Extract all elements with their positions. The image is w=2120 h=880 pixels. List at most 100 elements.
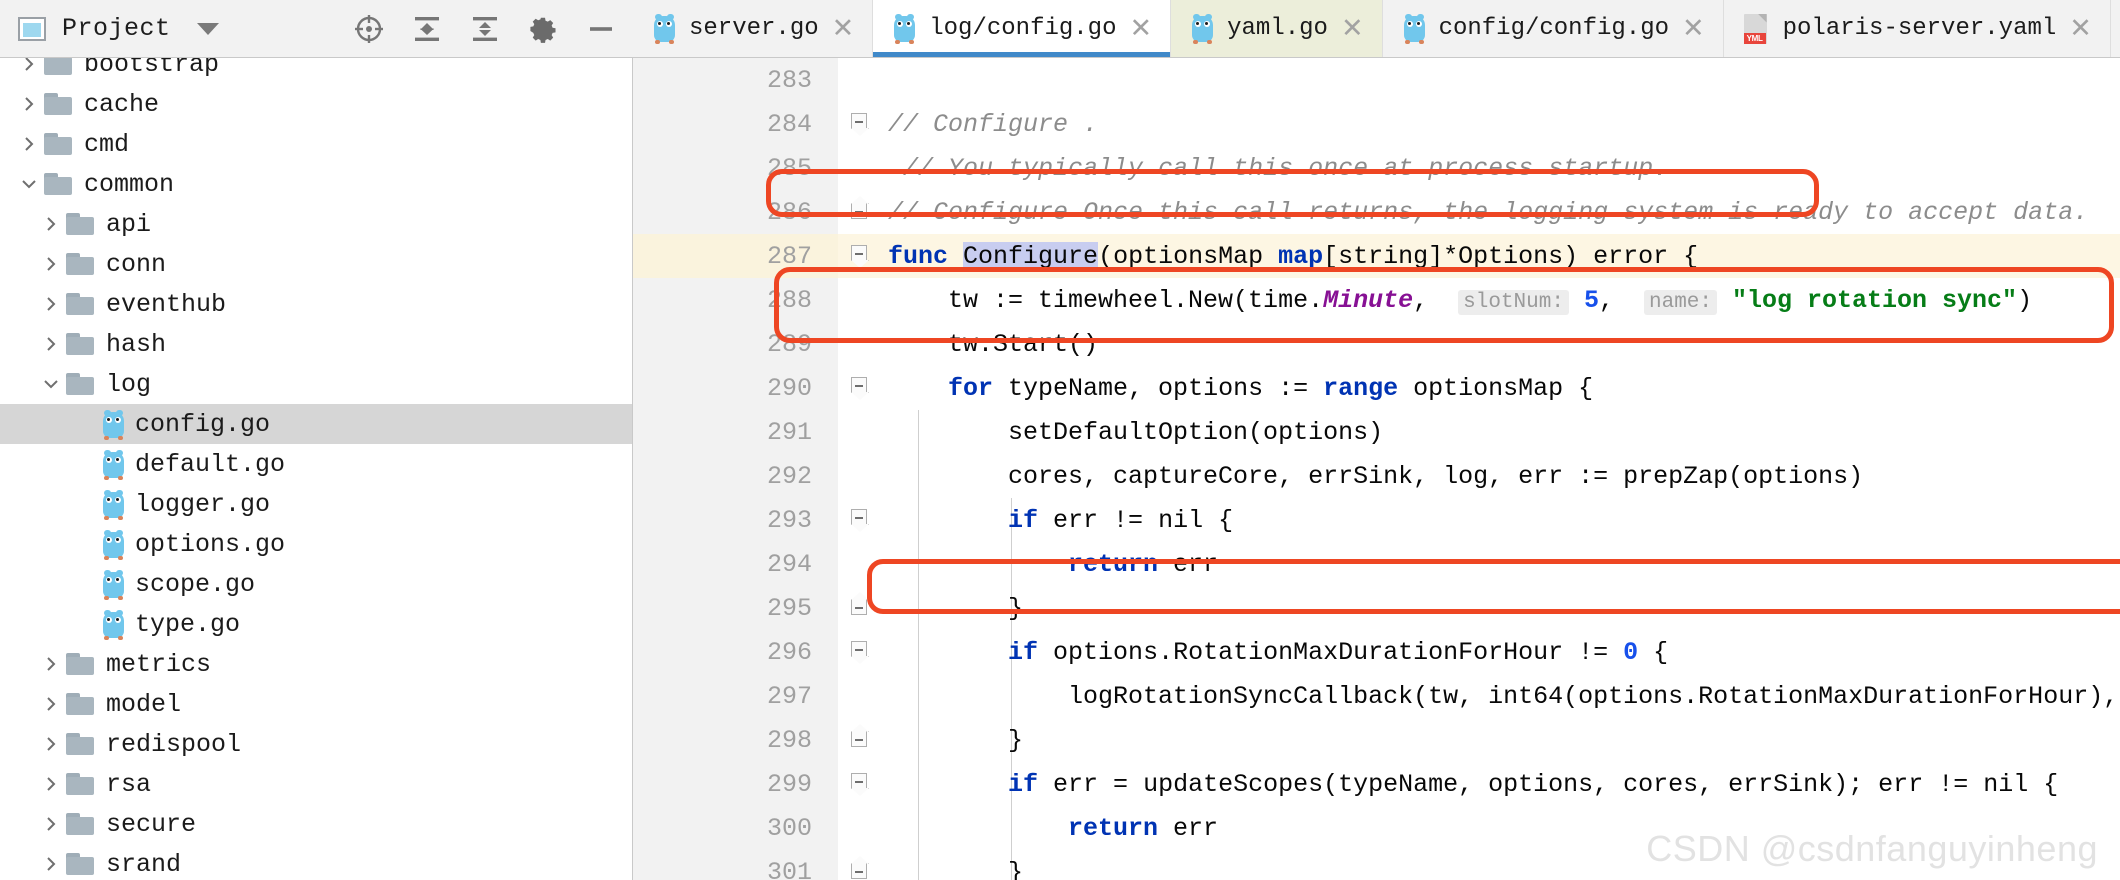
code-fold-column[interactable] <box>838 674 880 718</box>
fold-end-icon[interactable] <box>849 731 869 749</box>
code-fold-column[interactable] <box>838 410 880 454</box>
chevron-down-icon[interactable] <box>36 374 66 394</box>
code-fold-column[interactable] <box>838 542 880 586</box>
code-fold-column[interactable] <box>838 366 880 410</box>
code-lines[interactable]: 283 284 // Configure . 285 // You typically… <box>633 58 2120 880</box>
tree-node-model[interactable]: model <box>0 684 632 724</box>
select-opened-file-icon[interactable] <box>353 13 385 45</box>
chevron-down-icon[interactable] <box>196 22 219 35</box>
code-fold-column[interactable] <box>838 586 880 630</box>
close-icon[interactable]: ✕ <box>832 15 855 42</box>
code-fold-column[interactable] <box>838 806 880 850</box>
fold-collapse-icon[interactable] <box>849 641 869 663</box>
chevron-right-icon[interactable] <box>36 214 66 234</box>
editor-tab-polaris-server-yaml[interactable]: YML polaris-server.yaml ✕ <box>1723 0 2111 57</box>
code-line[interactable]: 293 if err != nil { <box>633 498 2120 542</box>
close-icon[interactable]: ✕ <box>2069 15 2092 42</box>
fold-end-icon[interactable] <box>849 203 869 221</box>
tree-node-eventhub[interactable]: eventhub <box>0 284 632 324</box>
code-line[interactable]: 295 } <box>633 586 2120 630</box>
tree-node-rsa[interactable]: rsa <box>0 764 632 804</box>
editor-tab-config-config-go[interactable]: config/config.go ✕ <box>1382 0 1724 57</box>
fold-collapse-icon[interactable] <box>849 773 869 795</box>
code-fold-column[interactable] <box>838 630 880 674</box>
chevron-right-icon[interactable] <box>36 734 66 754</box>
code-line[interactable]: 296 if options.RotationMaxDurationForHou… <box>633 630 2120 674</box>
code-fold-column[interactable] <box>838 190 880 234</box>
tree-node-options-go[interactable]: options.go <box>0 524 632 564</box>
chevron-right-icon[interactable] <box>36 254 66 274</box>
code-fold-column[interactable] <box>838 234 880 278</box>
tree-node-srand[interactable]: srand <box>0 844 632 880</box>
editor-tab-const-[interactable]: const. <box>2110 0 2120 57</box>
chevron-right-icon[interactable] <box>36 294 66 314</box>
tree-node-cmd[interactable]: cmd <box>0 124 632 164</box>
code-line[interactable]: 285 // You typically call this once at p… <box>633 146 2120 190</box>
chevron-right-icon[interactable] <box>36 774 66 794</box>
code-fold-column[interactable] <box>838 278 880 322</box>
code-fold-column[interactable] <box>838 850 880 880</box>
code-line[interactable]: 297 logRotationSyncCallback(tw, int64(op… <box>633 674 2120 718</box>
code-line[interactable]: 287 func Configure(optionsMap map[string]… <box>633 234 2120 278</box>
code-line[interactable]: 299 if err = updateScopes(typeName, opti… <box>633 762 2120 806</box>
close-icon[interactable]: ✕ <box>1341 15 1364 42</box>
code-fold-column[interactable] <box>838 146 880 190</box>
code-line[interactable]: 292 cores, captureCore, errSink, log, er… <box>633 454 2120 498</box>
code-fold-column[interactable] <box>838 454 880 498</box>
code-fold-column[interactable] <box>838 762 880 806</box>
code-line[interactable]: 283 <box>633 58 2120 102</box>
fold-end-icon[interactable] <box>849 863 869 880</box>
tree-node-default-go[interactable]: default.go <box>0 444 632 484</box>
chevron-right-icon[interactable] <box>36 694 66 714</box>
tree-node-type-go[interactable]: type.go <box>0 604 632 644</box>
chevron-right-icon[interactable] <box>14 94 44 114</box>
fold-end-icon[interactable] <box>849 599 869 617</box>
code-line[interactable]: 294 return err <box>633 542 2120 586</box>
tree-node-log[interactable]: log <box>0 364 632 404</box>
close-icon[interactable]: ✕ <box>1129 15 1152 42</box>
expand-all-icon[interactable] <box>469 13 501 45</box>
close-icon[interactable]: ✕ <box>1682 15 1705 42</box>
project-tree[interactable]: bootstrap cache cmd common api conn eventhub ha… <box>0 58 633 880</box>
code-fold-column[interactable] <box>838 322 880 366</box>
chevron-right-icon[interactable] <box>36 814 66 834</box>
settings-gear-icon[interactable] <box>527 13 559 45</box>
tree-node-common[interactable]: common <box>0 164 632 204</box>
tree-node-bootstrap[interactable]: bootstrap <box>0 58 632 84</box>
tree-node-secure[interactable]: secure <box>0 804 632 844</box>
collapse-all-icon[interactable] <box>411 13 443 45</box>
tree-node-scope-go[interactable]: scope.go <box>0 564 632 604</box>
tree-node-api[interactable]: api <box>0 204 632 244</box>
editor-tab-server-go[interactable]: server.go ✕ <box>633 0 874 57</box>
fold-collapse-icon[interactable] <box>849 509 869 531</box>
code-line[interactable]: 288 tw := timewheel.New(time.Minute, slo… <box>633 278 2120 322</box>
code-fold-column[interactable] <box>838 718 880 762</box>
tree-node-redispool[interactable]: redispool <box>0 724 632 764</box>
tree-node-hash[interactable]: hash <box>0 324 632 364</box>
tree-node-metrics[interactable]: metrics <box>0 644 632 684</box>
chevron-right-icon[interactable] <box>36 334 66 354</box>
tree-node-cache[interactable]: cache <box>0 84 632 124</box>
code-line[interactable]: 290 for typeName, options := range optio… <box>633 366 2120 410</box>
tree-node-conn[interactable]: conn <box>0 244 632 284</box>
tree-node-config-go[interactable]: config.go <box>0 404 632 444</box>
fold-collapse-icon[interactable] <box>849 377 869 399</box>
fold-collapse-icon[interactable] <box>849 113 869 135</box>
hide-panel-icon[interactable] <box>585 13 617 45</box>
chevron-right-icon[interactable] <box>36 854 66 874</box>
tree-node-logger-go[interactable]: logger.go <box>0 484 632 524</box>
editor-tab-log-config-go[interactable]: log/config.go ✕ <box>873 0 1172 57</box>
chevron-right-icon[interactable] <box>14 58 44 74</box>
code-line[interactable]: 298 } <box>633 718 2120 762</box>
code-line[interactable]: 284 // Configure . <box>633 102 2120 146</box>
code-fold-column[interactable] <box>838 102 880 146</box>
chevron-right-icon[interactable] <box>36 654 66 674</box>
code-line[interactable]: 286 // Configure Once this call returns, … <box>633 190 2120 234</box>
code-fold-column[interactable] <box>838 498 880 542</box>
code-line[interactable]: 291 setDefaultOption(options) <box>633 410 2120 454</box>
fold-collapse-icon[interactable] <box>849 245 869 267</box>
code-editor[interactable]: 283 284 // Configure . 285 // You typically… <box>633 58 2120 880</box>
code-fold-column[interactable] <box>838 58 880 102</box>
code-line[interactable]: 289 tw.Start() <box>633 322 2120 366</box>
chevron-down-icon[interactable] <box>14 174 44 194</box>
